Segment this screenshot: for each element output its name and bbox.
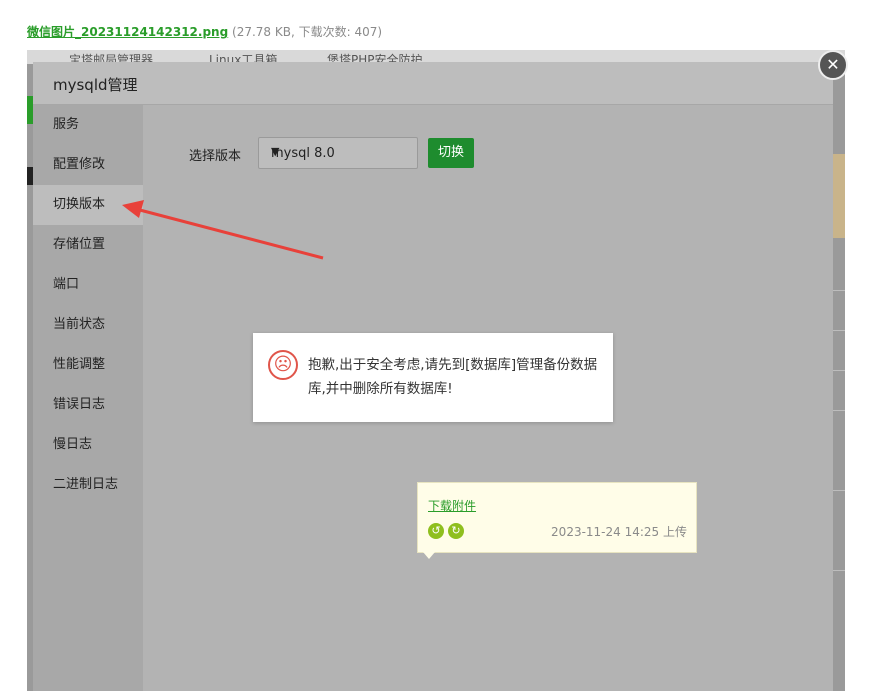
- background-divider: [833, 410, 845, 411]
- upload-timestamp: 2023-11-24 14:25 上传: [551, 525, 687, 539]
- background-divider: [833, 330, 845, 331]
- attachment-filename-link[interactable]: 微信图片_20231124142312.png: [27, 25, 228, 39]
- background-divider: [833, 490, 845, 491]
- sidebar-item-status[interactable]: 当前状态: [33, 305, 143, 345]
- alert-dialog: ☹ 抱歉,出于安全考虑,请先到[数据库]管理备份数据库,并中删除所有数据库!: [253, 333, 613, 422]
- sidebar-item-binlog[interactable]: 二进制日志: [33, 465, 143, 505]
- switch-button[interactable]: 切换: [428, 138, 474, 168]
- modal-sidebar: 服务 配置修改 切换版本 存储位置 端口 当前状态 性能调整 错误日志 慢日志 …: [33, 105, 143, 691]
- chevron-down-icon: ▼: [271, 145, 280, 158]
- version-select[interactable]: mysql 8.0 ▼: [258, 137, 418, 169]
- background-divider: [833, 290, 845, 291]
- close-icon[interactable]: ✕: [818, 50, 848, 80]
- sidebar-item-config[interactable]: 配置修改: [33, 145, 143, 185]
- attachment-line: 微信图片_20231124142312.png (27.78 KB, 下载次数:…: [27, 23, 382, 40]
- sidebar-item-slow-log[interactable]: 慢日志: [33, 425, 143, 465]
- modal-title: mysqld管理: [53, 76, 138, 94]
- background-divider: [833, 570, 845, 571]
- sad-face-icon: ☹: [268, 350, 298, 380]
- sidebar-item-performance[interactable]: 性能调整: [33, 345, 143, 385]
- arrow-annotation-icon: [122, 200, 324, 260]
- sidebar-item-error-log[interactable]: 错误日志: [33, 385, 143, 425]
- background-banner: [833, 154, 845, 238]
- tooltip-tail: [423, 552, 435, 559]
- rotate-right-icon[interactable]: ↻: [448, 523, 464, 539]
- modal-header: mysqld管理: [33, 62, 833, 105]
- sidebar-item-service[interactable]: 服务: [33, 105, 143, 145]
- background-divider: [833, 370, 845, 371]
- alert-message: 抱歉,出于安全考虑,请先到[数据库]管理备份数据库,并中删除所有数据库!: [308, 357, 598, 397]
- sidebar-item-port[interactable]: 端口: [33, 265, 143, 305]
- attachment-tooltip: 下载附件 ↺ ↻ 2023-11-24 14:25 上传: [417, 482, 697, 553]
- download-attachment-link[interactable]: 下载附件: [428, 497, 476, 514]
- rotate-left-icon[interactable]: ↺: [428, 523, 444, 539]
- attachment-meta: (27.78 KB, 下载次数: 407): [232, 25, 383, 39]
- version-label: 选择版本: [189, 149, 242, 164]
